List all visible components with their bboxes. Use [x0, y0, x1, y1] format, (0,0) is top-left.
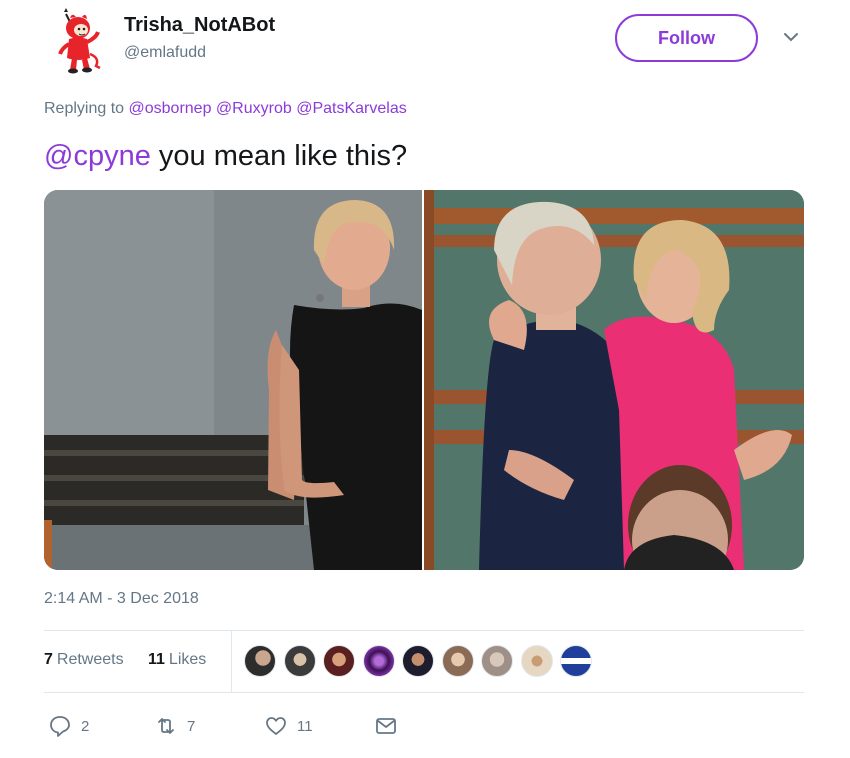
tweet-mention-cpyne[interactable]: @cpyne	[44, 140, 151, 172]
chevron-down-icon[interactable]	[782, 30, 800, 44]
retweet-action[interactable]: 7	[154, 714, 195, 738]
user-handle[interactable]: @emlafudd	[124, 44, 206, 62]
like-count: 11	[297, 717, 313, 735]
avatar[interactable]	[52, 8, 108, 76]
liker-avatar-5[interactable]	[402, 645, 434, 677]
liker-avatar-9[interactable]	[560, 645, 592, 677]
liker-avatar-8[interactable]	[520, 645, 553, 677]
replying-to: Replying to @osbornep @Ruxyrob @PatsKarv…	[44, 100, 407, 118]
reply-mention-ruxyrob[interactable]: @Ruxyrob	[216, 100, 292, 117]
reply-mention-osbornep[interactable]: @osbornep	[129, 100, 212, 117]
retweet-icon	[158, 718, 174, 734]
tweet-media	[44, 190, 804, 570]
tweet-body: you mean like this?	[150, 140, 408, 172]
retweets-stat[interactable]: 7 Retweets	[44, 651, 124, 669]
liker-avatar-4[interactable]	[362, 645, 395, 677]
direct-message-action[interactable]	[374, 714, 407, 738]
retweets-label: Retweets	[56, 651, 124, 668]
stats-separator	[231, 631, 232, 693]
reply-action[interactable]: 2	[48, 714, 89, 738]
red-devil-cartoon-avatar-icon	[58, 8, 101, 74]
likes-stat[interactable]: 11 Likes	[148, 651, 206, 669]
envelope-icon	[376, 718, 396, 734]
retweet-count: 7	[187, 717, 196, 735]
heart-icon	[266, 717, 286, 735]
liker-avatar-6[interactable]	[441, 645, 474, 677]
like-action[interactable]: 11	[264, 714, 313, 738]
liker-avatar-1[interactable]	[244, 645, 276, 677]
follow-button[interactable]: Follow	[615, 14, 758, 62]
reply-icon	[50, 716, 70, 737]
tweet-header: Trisha_NotABot @emlafudd Follow	[0, 0, 850, 90]
tweet-text: @cpyne you mean like this?	[44, 140, 407, 173]
retweets-count: 7	[44, 651, 53, 668]
replying-to-label: Replying to	[44, 100, 125, 117]
liker-avatars	[244, 645, 600, 677]
likes-label: Likes	[168, 651, 207, 668]
reply-count: 2	[81, 717, 90, 735]
photo-woman-black-dress[interactable]	[44, 190, 422, 570]
liker-avatar-2[interactable]	[283, 645, 316, 677]
display-name[interactable]: Trisha_NotABot	[124, 14, 275, 37]
likes-count: 11	[148, 651, 165, 668]
divider-bottom	[44, 692, 804, 693]
woman-black-dress-image	[44, 190, 422, 570]
liker-avatar-7[interactable]	[481, 645, 513, 677]
tweet-stats: 7 Retweets 11 Likes	[44, 631, 804, 693]
liker-avatar-3[interactable]	[323, 645, 355, 677]
photo-women-hugging[interactable]	[424, 190, 804, 570]
women-hugging-image	[424, 190, 804, 570]
reply-mention-patskarvelas[interactable]: @PatsKarvelas	[296, 100, 407, 117]
tweet-timestamp[interactable]: 2:14 AM - 3 Dec 2018	[44, 590, 199, 608]
tweet-actions: 2 7 11	[44, 708, 804, 744]
